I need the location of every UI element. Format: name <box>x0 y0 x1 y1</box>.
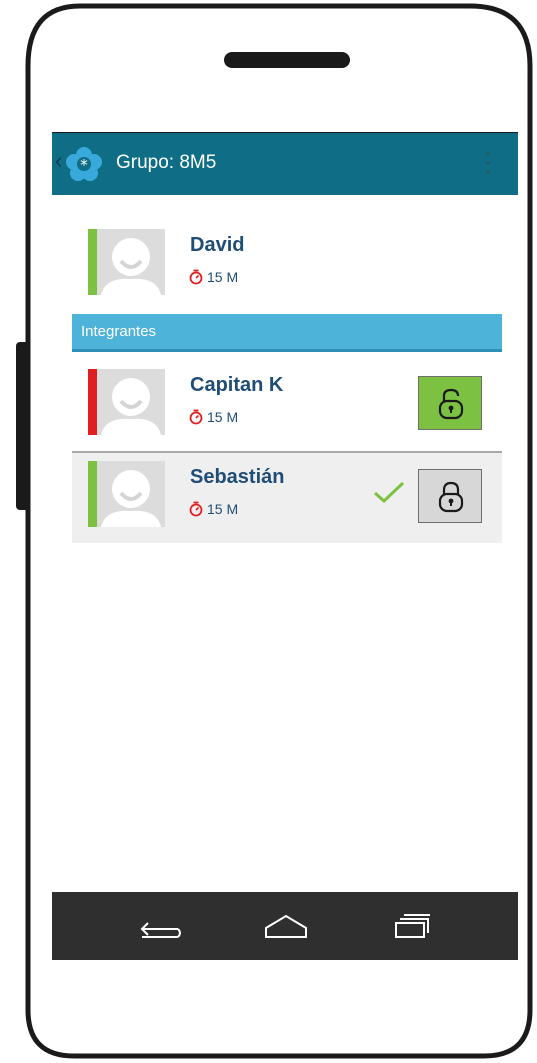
stopwatch-icon <box>189 409 203 425</box>
member-name: David <box>190 234 245 256</box>
stopwatch-icon <box>189 269 203 285</box>
recent-apps-icon[interactable] <box>394 912 432 940</box>
avatar <box>97 369 165 435</box>
member-name: Capitan K <box>190 374 284 396</box>
lock-button[interactable] <box>418 469 482 523</box>
check-icon <box>374 481 405 504</box>
section-title: Integrantes <box>81 323 157 340</box>
unlock-button[interactable] <box>418 376 482 430</box>
timer-value: 15 M <box>207 409 239 425</box>
speaker-grille <box>224 52 350 68</box>
back-chevron-icon[interactable]: ‹ <box>55 150 62 172</box>
side-button <box>16 342 29 510</box>
overflow-menu-icon[interactable] <box>481 147 495 181</box>
flower-logo-icon[interactable]: * <box>66 147 102 181</box>
timer: 15 M <box>189 499 238 519</box>
home-icon[interactable] <box>262 913 310 939</box>
avatar <box>97 461 165 527</box>
phone-screen: ‹ * Grupo: 8M5 David 15 M Integrantes Ca… <box>52 133 518 960</box>
locked-padlock-icon <box>438 481 464 513</box>
section-header: Integrantes <box>72 314 502 352</box>
unlocked-padlock-icon <box>438 388 464 420</box>
status-indicator <box>88 369 97 435</box>
list-item[interactable]: Sebastián 15 M <box>72 453 502 543</box>
timer-value: 15 M <box>207 501 239 517</box>
list-item[interactable]: Capitan K 15 M <box>72 361 502 451</box>
member-name: Sebastián <box>190 466 285 488</box>
svg-text:*: * <box>80 156 88 174</box>
page-title: Grupo: 8M5 <box>116 152 217 173</box>
timer: 15 M <box>189 267 238 287</box>
app-bar: ‹ * Grupo: 8M5 <box>52 133 518 195</box>
timer-value: 15 M <box>207 269 239 285</box>
status-indicator <box>88 229 97 295</box>
avatar <box>97 229 165 295</box>
status-indicator <box>88 461 97 527</box>
timer: 15 M <box>189 407 238 427</box>
back-arrow-icon[interactable] <box>138 914 182 940</box>
system-nav-bar <box>52 892 518 960</box>
current-user-row: David 15 M <box>72 221 502 311</box>
stopwatch-icon <box>189 501 203 517</box>
